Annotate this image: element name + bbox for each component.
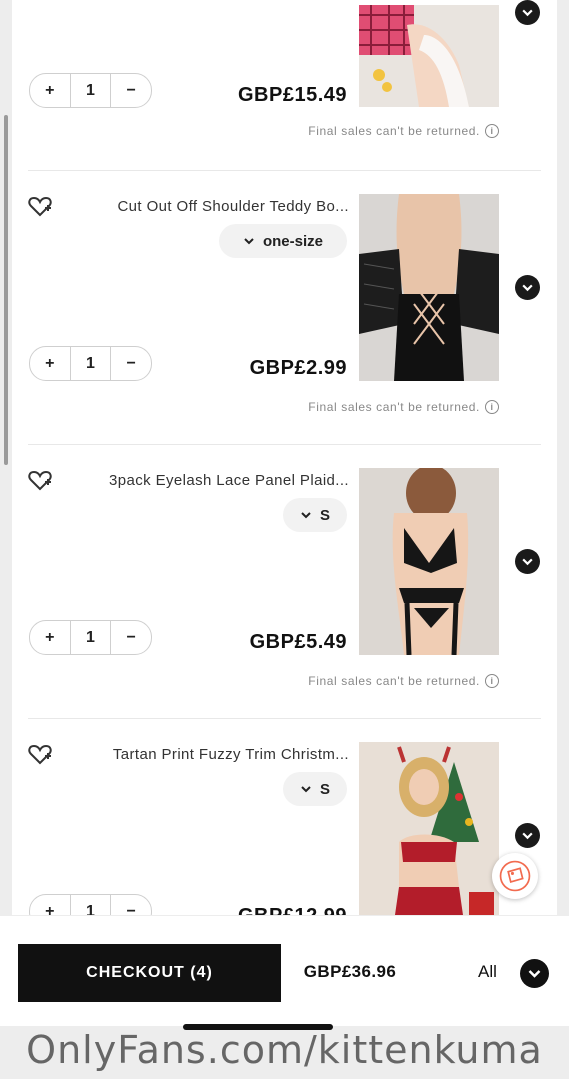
item-divider <box>28 444 541 445</box>
heart-plus-icon <box>28 470 52 491</box>
select-item-toggle[interactable] <box>515 0 540 25</box>
qty-value: 1 <box>69 347 112 380</box>
select-item-toggle[interactable] <box>515 823 540 848</box>
select-item-toggle[interactable] <box>515 549 540 574</box>
product-image[interactable] <box>359 468 499 655</box>
quantity-stepper: + 1 − <box>29 620 152 655</box>
info-icon: i <box>485 674 499 688</box>
chevron-down-icon <box>522 832 533 840</box>
size-selector[interactable]: S <box>283 498 347 532</box>
quantity-stepper: + 1 − <box>29 73 152 108</box>
decrease-qty-button[interactable]: − <box>111 347 151 380</box>
chevron-down-icon <box>522 284 533 292</box>
heart-plus-icon <box>28 744 52 765</box>
cart-total: GBP£36.96 <box>303 962 397 981</box>
coupon-button[interactable] <box>492 853 538 899</box>
add-to-wishlist-button[interactable] <box>28 743 52 765</box>
product-title[interactable]: 3pack Eyelash Lace Panel Plaid... <box>74 472 349 489</box>
item-divider <box>28 718 541 719</box>
quantity-stepper: + 1 − <box>29 894 152 915</box>
item-price: GBP£5.49 <box>249 631 347 653</box>
decrease-qty-button[interactable]: − <box>111 621 151 654</box>
product-image[interactable] <box>359 5 499 107</box>
product-title[interactable]: Cut Out Off Shoulder Teddy Bo... <box>74 198 349 215</box>
heart-plus-icon <box>28 196 52 217</box>
item-price: GBP£15.49 <box>237 84 347 106</box>
product-title[interactable]: Tartan Print Fuzzy Trim Christm... <box>74 746 349 763</box>
select-all-toggle[interactable] <box>520 959 549 988</box>
checkout-button[interactable]: CHECKOUT (4) <box>18 944 281 1002</box>
qty-value: 1 <box>69 895 112 915</box>
cart-item: Cut Out Off Shoulder Teddy Bo... one-siz… <box>12 193 557 468</box>
decrease-qty-button[interactable]: − <box>111 74 151 107</box>
final-sale-note: Final sales can't be returned. i <box>262 674 499 688</box>
increase-qty-button[interactable]: + <box>30 895 70 916</box>
chevron-down-icon <box>528 970 541 978</box>
cart-item: Tartan Print Fuzzy Trim Christm... S GBP… <box>12 741 557 915</box>
chevron-down-icon <box>522 9 533 17</box>
item-price: GBP£12.99 <box>182 905 347 915</box>
qty-value: 1 <box>69 74 112 107</box>
chevron-down-icon <box>522 558 533 566</box>
select-item-toggle[interactable] <box>515 275 540 300</box>
add-to-wishlist-button[interactable] <box>28 195 52 217</box>
scrollbar[interactable] <box>4 115 8 465</box>
chevron-down-icon <box>244 238 254 245</box>
item-price: GBP£2.99 <box>249 357 347 379</box>
select-all-label[interactable]: All <box>478 962 497 982</box>
cart-item: GBP£15.49 + 1 − Final sales can't be ret… <box>12 0 557 138</box>
product-image[interactable] <box>359 194 499 381</box>
chevron-down-icon <box>301 786 311 793</box>
cart-item: 3pack Eyelash Lace Panel Plaid... S GBP£… <box>12 467 557 742</box>
size-selector[interactable]: one-size <box>219 224 347 258</box>
quantity-stepper: + 1 − <box>29 346 152 381</box>
increase-qty-button[interactable]: + <box>30 621 70 654</box>
coupon-icon <box>499 860 531 892</box>
final-sale-note: Final sales can't be returned. i <box>262 124 499 138</box>
info-icon: i <box>485 124 499 138</box>
decrease-qty-button[interactable]: − <box>111 895 151 916</box>
increase-qty-button[interactable]: + <box>30 347 70 380</box>
increase-qty-button[interactable]: + <box>30 74 70 107</box>
add-to-wishlist-button[interactable] <box>28 469 52 491</box>
cart-panel: GBP£15.49 + 1 − Final sales can't be ret… <box>12 0 557 915</box>
watermark: OnlyFans.com/kittenkuma <box>26 1028 543 1072</box>
item-divider <box>28 170 541 171</box>
info-icon: i <box>485 400 499 414</box>
product-image[interactable] <box>359 742 499 915</box>
chevron-down-icon <box>301 512 311 519</box>
final-sale-note: Final sales can't be returned. i <box>262 400 499 414</box>
qty-value: 1 <box>69 621 112 654</box>
size-selector[interactable]: S <box>283 772 347 806</box>
